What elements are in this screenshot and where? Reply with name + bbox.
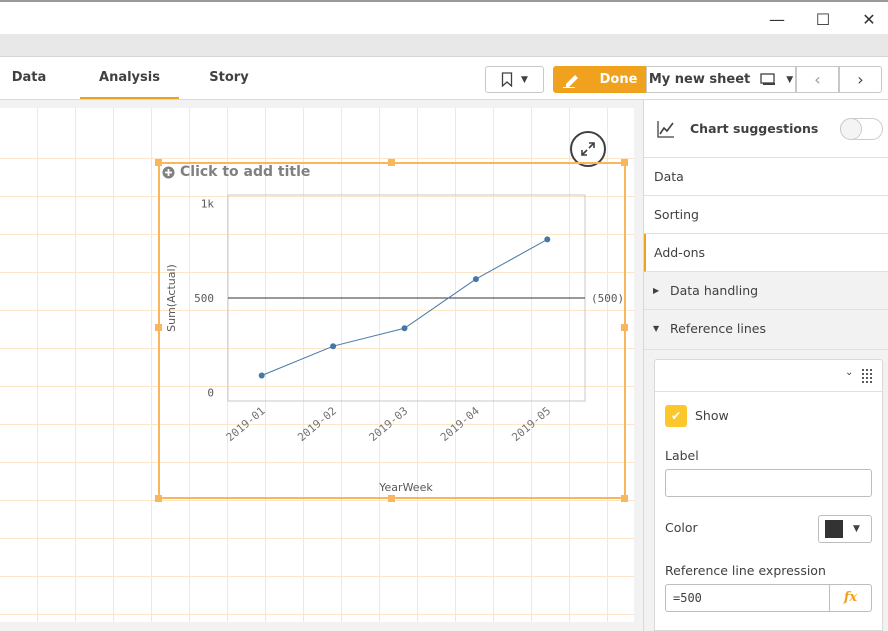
reference-line-item: ⌄ ✔ Show Label Color ▼ Reference line ex… [654,359,883,631]
chevron-down-icon: ▼ [853,524,860,534]
sheet-icon [760,73,776,85]
y-tick-label: 0 [207,386,214,399]
show-checkbox[interactable]: ✔ [665,405,687,427]
x-tick-label: 2019-04 [438,404,482,444]
series-line [261,238,548,376]
color-swatch [825,520,843,538]
data-point[interactable] [258,372,265,379]
chevron-down-icon: ▼ [786,74,794,85]
data-point[interactable] [544,236,551,243]
chart-plot: 0 500 1k 2019-01 2019-02 2019-03 2019-04 2019-0… [165,194,624,494]
line-chart-icon [657,121,674,138]
color-label: Color [665,520,698,535]
sheet-selector[interactable]: My new sheet ▼ [646,66,796,93]
subsection-data-handling[interactable]: ▶ Data handling [644,272,888,310]
x-tick-label: 2019-05 [509,404,553,444]
label-field-label: Label [665,448,699,463]
expression-label: Reference line expression [665,563,826,578]
check-icon: ✔ [670,409,682,423]
y-axis-title: Sum(Actual) [165,264,178,332]
fx-icon: fx [843,590,858,605]
section-data[interactable]: Data [644,158,888,196]
chevron-right-icon: › [857,70,864,89]
x-axis-title: YearWeek [378,481,433,494]
x-tick-label: 2019-02 [295,404,339,444]
subsection-reference-lines[interactable]: ▼ Reference lines [644,310,888,350]
toggle-knob [840,118,862,140]
properties-panel: Chart suggestions Data Sorting Add-ons ▶… [643,100,888,631]
reference-line-header[interactable]: ⌄ [655,360,882,392]
section-addons[interactable]: Add-ons [644,234,888,272]
y-tick-label: 500 [194,292,214,305]
chart-suggestions-label: Chart suggestions [690,121,819,136]
sheet-name: My new sheet [648,72,751,87]
chevron-down-icon: ⌄ [845,367,854,378]
data-point[interactable] [401,325,408,332]
data-point[interactable] [472,276,479,283]
y-tick-label: 1k [201,198,215,211]
close-button[interactable]: ✕ [854,8,884,32]
section-sorting[interactable]: Sorting [644,196,888,234]
chart-suggestions-toggle[interactable] [840,118,883,140]
maximize-button[interactable]: ☐ [808,8,838,32]
expression-editor-button[interactable]: fx [829,585,871,611]
drag-handle-icon[interactable] [862,369,874,383]
minimize-button[interactable]: — [762,8,792,32]
expression-field: =500 fx [665,584,872,612]
label-input[interactable] [665,469,872,497]
show-label: Show [695,408,729,423]
reference-line-label: (500) [591,292,624,305]
next-sheet-button[interactable]: › [839,66,882,93]
reference-lines-label: Reference lines [670,321,766,336]
caret-down-icon: ▼ [653,324,660,333]
chart-suggestions-row: Chart suggestions [644,100,888,158]
x-tick-label: 2019-03 [367,404,411,444]
expression-input[interactable]: =500 [673,591,702,605]
data-handling-label: Data handling [670,283,759,298]
caret-right-icon: ▶ [653,286,660,295]
color-picker[interactable]: ▼ [818,515,872,543]
previous-sheet-button[interactable]: ‹ [796,66,839,93]
data-point[interactable] [330,343,337,350]
x-tick-label: 2019-01 [224,404,268,444]
chevron-left-icon: ‹ [814,70,821,89]
